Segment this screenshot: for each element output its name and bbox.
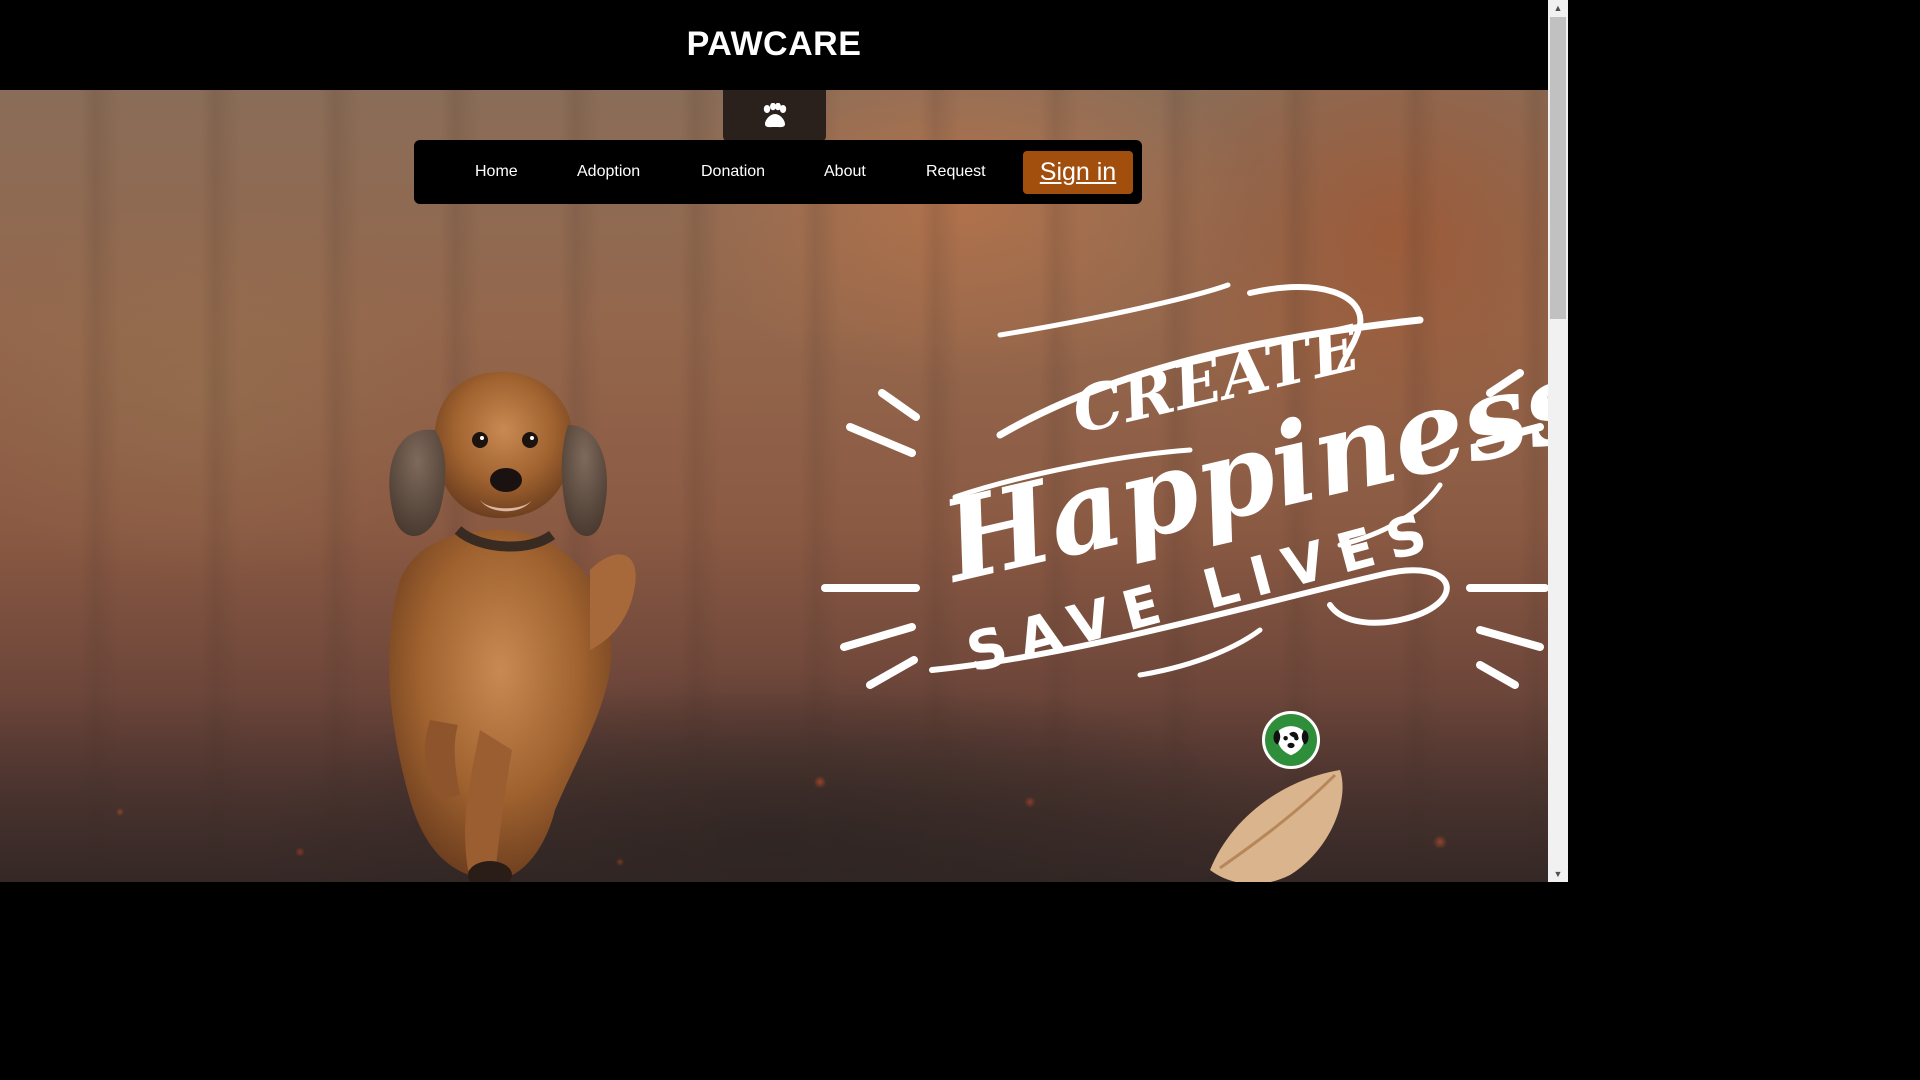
- leaf-image: [1200, 760, 1360, 882]
- nav-item-request[interactable]: Request: [926, 140, 986, 204]
- hero-slogan: Create Happiness Save Lives: [820, 275, 1548, 769]
- site-brand[interactable]: PAWCARE: [687, 25, 862, 64]
- dog-face-icon: [1262, 711, 1320, 769]
- page: PAWCARE CREATE Happiness SAVE LIVES Home…: [0, 0, 1568, 882]
- paw-logo-tab[interactable]: [723, 90, 826, 142]
- scroll-up-arrow-icon[interactable]: ▲: [1548, 0, 1568, 16]
- scrollbar-thumb[interactable]: [1550, 17, 1566, 319]
- nav-item-about[interactable]: About: [824, 140, 866, 204]
- nav-item-adoption[interactable]: Adoption: [577, 140, 640, 204]
- vertical-scrollbar[interactable]: ▲ ▼: [1548, 0, 1568, 882]
- hero-banner: Create Happiness Save Lives: [0, 90, 1548, 882]
- site-header: PAWCARE: [0, 0, 1548, 90]
- main-nav: Home Adoption Donation About Request Sig…: [414, 140, 1142, 204]
- nav-item-donation[interactable]: Donation: [701, 140, 765, 204]
- running-dog-image: [340, 330, 660, 882]
- sign-in-button[interactable]: Sign in: [1023, 151, 1133, 194]
- scroll-down-arrow-icon[interactable]: ▼: [1548, 866, 1568, 882]
- paw-icon: [763, 103, 786, 128]
- nav-item-home[interactable]: Home: [475, 140, 518, 204]
